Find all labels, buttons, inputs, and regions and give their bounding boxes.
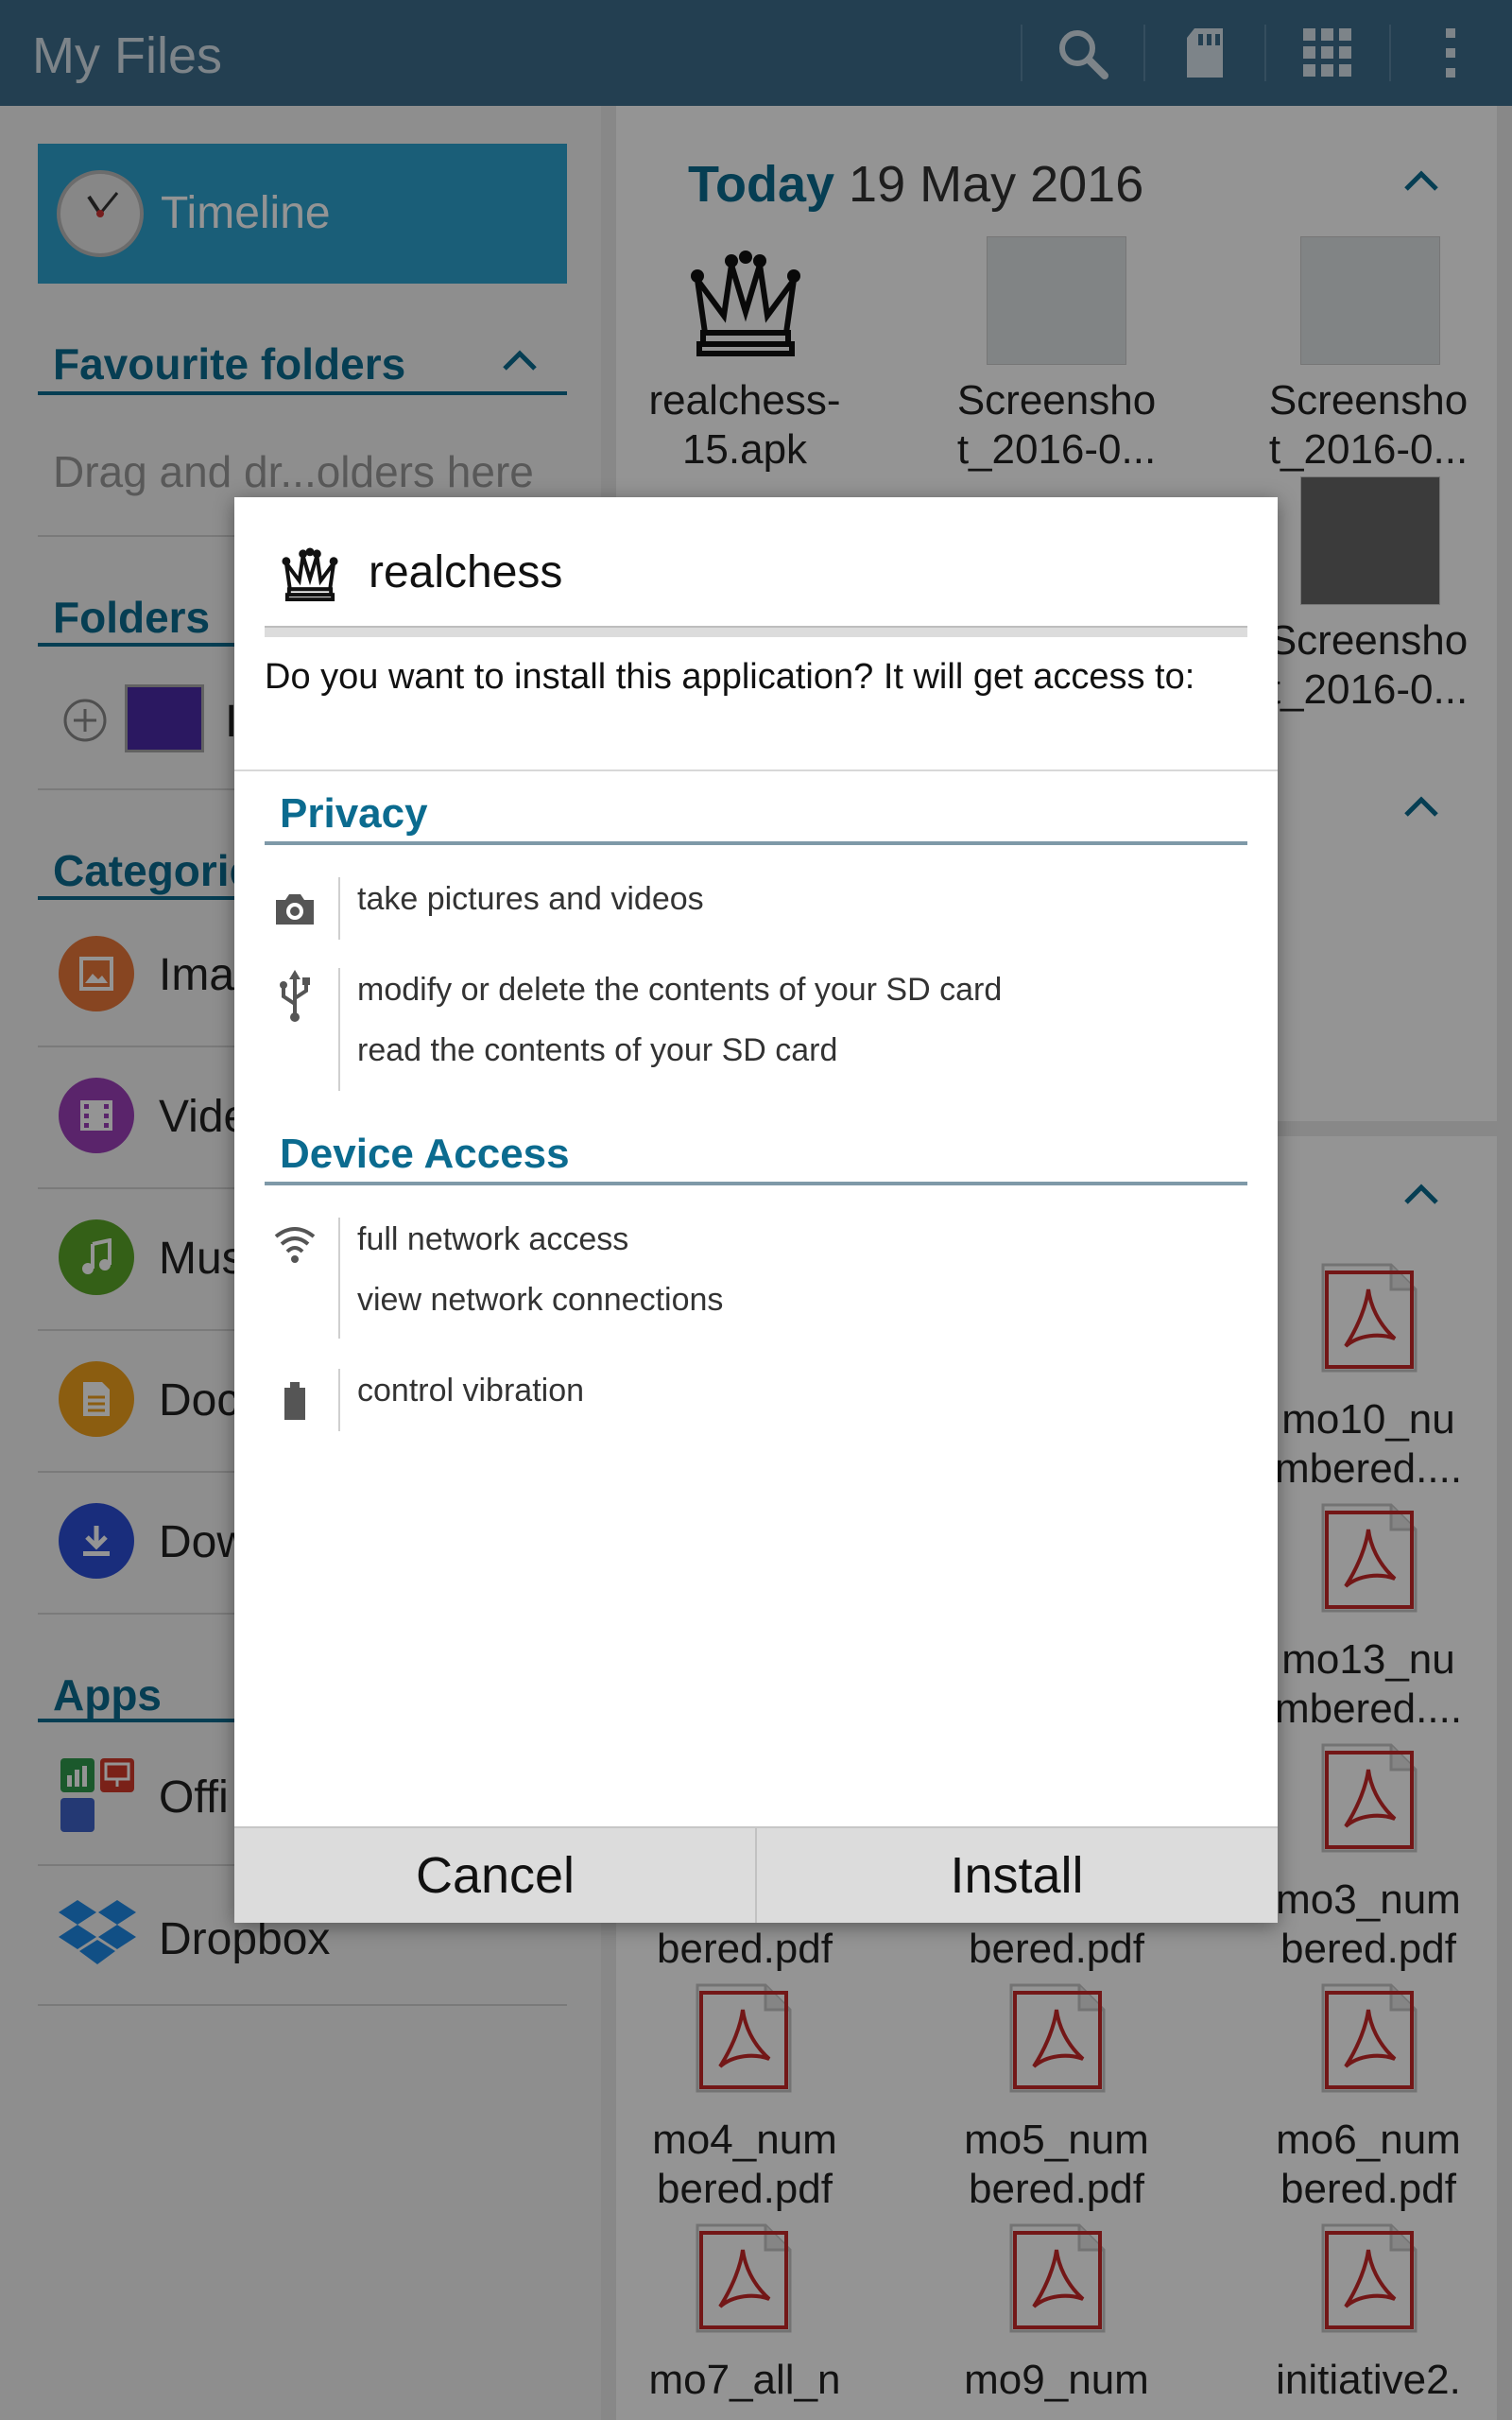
permission-section-header: Device Access [280,1131,570,1177]
install-dialog: realchess Do you want to install this ap… [234,497,1278,1923]
permission-item: control vibration [357,1373,585,1409]
dialog-divider [265,626,1247,637]
permission-group-bar [338,1369,340,1431]
section-divider [265,841,1247,845]
section-divider [265,1182,1247,1185]
wifi-icon [268,1218,321,1270]
usb-icon [268,970,321,1023]
dialog-title: realchess [369,547,563,597]
permission-item: read the contents of your SD card [357,1032,838,1068]
battery-icon [268,1374,321,1427]
permission-item: full network access [357,1221,629,1257]
install-button[interactable]: Install [756,1828,1278,1923]
permission-item: modify or delete the contents of your SD… [357,972,1003,1008]
permission-group-bar [338,968,340,1091]
app-icon [280,544,340,605]
dialog-button-bar: Cancel Install [234,1826,1278,1923]
permission-item: view network connections [357,1282,724,1318]
divider [234,769,1278,771]
permission-item: take pictures and videos [357,881,704,917]
permission-group-bar [338,877,340,940]
permission-group-bar [338,1218,340,1339]
camera-icon [268,883,321,936]
cancel-button[interactable]: Cancel [234,1828,756,1923]
install-question: Do you want to install this application?… [265,657,1195,697]
permission-section-header: Privacy [280,790,428,837]
